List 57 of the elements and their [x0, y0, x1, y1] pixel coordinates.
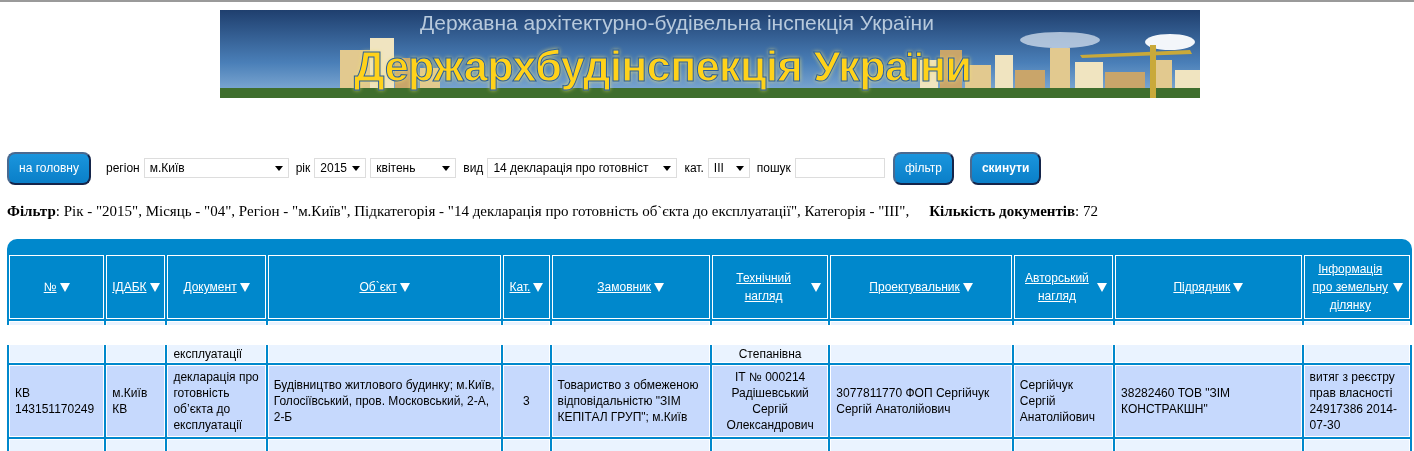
dropdown[interactable]: квітень: [370, 158, 457, 178]
banner-subtitle: Державна архітектурно-будівельна інспекція України: [420, 11, 934, 35]
sort-link[interactable]: Об`єкт: [359, 278, 397, 296]
sort-icon[interactable]: [1233, 282, 1244, 292]
field-label: рік: [295, 161, 311, 175]
caret-icon: [663, 165, 672, 171]
toolbar-button[interactable]: фільтр: [892, 151, 954, 185]
sort-icon[interactable]: [654, 282, 665, 292]
sort-link[interactable]: №: [43, 278, 57, 296]
table-cell: 3: [523, 394, 530, 408]
field-label: кат.: [684, 161, 704, 175]
sort-icon[interactable]: [533, 282, 544, 292]
dropdown[interactable]: 14 декларація про готовніст: [487, 158, 678, 178]
toolbar-button[interactable]: на головну: [7, 151, 91, 185]
sort-icon[interactable]: [962, 282, 973, 292]
dropdown[interactable]: III: [707, 158, 750, 178]
sort-link[interactable]: Проектувальник: [869, 278, 960, 296]
sort-link[interactable]: Підрядник: [1173, 278, 1231, 296]
table-cell: Сергійчук Сергій Анатолійович: [1019, 378, 1095, 424]
field-label: регіон: [106, 161, 140, 175]
sort-link[interactable]: Авторський нагляд: [1019, 269, 1095, 305]
table-cell: витяг з реєстру прав власності 24917386 2014-07-30: [1309, 370, 1398, 432]
sort-link[interactable]: ІДАБК: [112, 278, 147, 296]
sort-icon[interactable]: [399, 282, 410, 292]
table-cell: Будівництво житлового будинку; м.Київ, Голосіївський, пров. Московський, 2-А, 2-Б: [273, 378, 495, 424]
filter-summary: Фільтр: Рік - "2015", Місяць - "04", Регіон - "м.Київ", Підкатегорія - "14 декларація про готовність об`єкта до експлуатації", Категорія - "III",: [7, 203, 910, 220]
sort-icon[interactable]: [239, 282, 250, 292]
sort-icon[interactable]: [1097, 282, 1108, 292]
caret-icon: [735, 165, 744, 171]
search-field[interactable]: [794, 158, 885, 178]
sort-icon[interactable]: [810, 282, 821, 292]
table-cell: Степанівна: [738, 347, 802, 361]
sort-link[interactable]: Замовник: [597, 278, 652, 296]
sort-icon[interactable]: [59, 282, 70, 292]
sort-link[interactable]: Кат.: [509, 278, 531, 296]
dropdown[interactable]: 2015: [314, 158, 367, 178]
sort-icon[interactable]: [149, 282, 160, 292]
caret-icon: [442, 165, 451, 171]
field-label: вид: [463, 161, 484, 175]
toolbar-button[interactable]: скинути: [969, 151, 1042, 185]
table-cell: 38282460 ТОВ "ЗІМ КОНСТРАКШН": [1121, 386, 1231, 416]
table-cell: м.Київ КВ: [112, 386, 148, 416]
table-cell: ІТ № 000214 Радішевський Сергій Олександрович: [726, 370, 814, 432]
sort-link[interactable]: Інформація про земельну ділянку: [1310, 260, 1391, 314]
table-cell: декларація про готовність об’єкта до експлуатації: [173, 370, 259, 432]
table-cell: 3077811770 ФОП Сергійчук Сергій Анатолійович: [836, 386, 990, 416]
document-count: Кількість документів: 72: [929, 203, 1098, 220]
table-cell: експлуатації: [173, 347, 243, 361]
sort-link[interactable]: Технічний нагляд: [719, 269, 808, 305]
dropdown[interactable]: м.Київ: [143, 158, 289, 178]
sort-link[interactable]: Документ: [183, 278, 237, 296]
table-cell: Товариство з обмеженою відповідальністю "ЗІМ КЕПІТАЛ ГРУП"; м.Київ: [557, 378, 699, 424]
caret-icon: [274, 165, 283, 171]
field-label: пошук: [756, 161, 791, 175]
caret-icon: [352, 165, 361, 171]
sort-icon[interactable]: [1393, 282, 1404, 292]
table-cell: КВ 143151170249: [15, 386, 95, 416]
